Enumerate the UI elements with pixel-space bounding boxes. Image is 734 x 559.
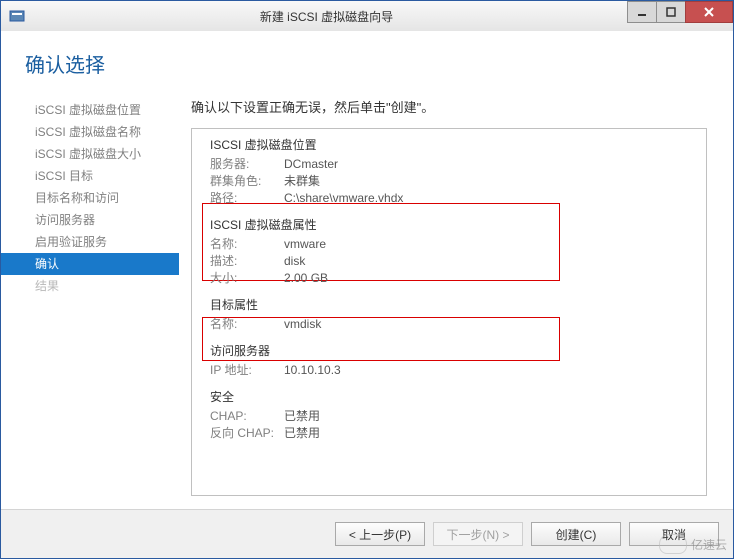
main-panel: 确认以下设置正确无误，然后单击"创建"。 ISCSI 虚拟磁盘位置 服务器: D… <box>179 97 733 510</box>
row-path: 路径: C:\share\vmware.vhdx <box>210 190 692 207</box>
row-server: 服务器: DCmaster <box>210 156 692 173</box>
next-button: 下一步(N) > <box>433 522 523 546</box>
targetname-value: vmdisk <box>284 316 321 333</box>
row-rchap: 反向 CHAP: 已禁用 <box>210 425 692 442</box>
cluster-label: 群集角色: <box>210 173 284 190</box>
propname-value: vmware <box>284 236 326 253</box>
row-target-name: 名称: vmdisk <box>210 316 692 333</box>
window-buttons <box>628 1 733 21</box>
propname-label: 名称: <box>210 236 284 253</box>
wizard-body: 确认选择 iSCSI 虚拟磁盘位置 iSCSI 虚拟磁盘名称 iSCSI 虚拟磁… <box>1 31 733 510</box>
maximize-icon <box>666 7 676 17</box>
chap-label: CHAP: <box>210 408 284 425</box>
server-value: DCmaster <box>284 156 338 173</box>
section-access-title: 访问服务器 <box>210 343 692 359</box>
app-icon <box>9 8 25 24</box>
sidebar-item-target[interactable]: iSCSI 目标 <box>1 165 179 187</box>
section-location: ISCSI 虚拟磁盘位置 服务器: DCmaster 群集角色: 未群集 路径:… <box>210 137 692 207</box>
sidebar-item-size[interactable]: iSCSI 虚拟磁盘大小 <box>1 143 179 165</box>
previous-button[interactable]: < 上一步(P) <box>335 522 425 546</box>
close-button[interactable] <box>685 1 733 23</box>
ip-label: IP 地址: <box>210 362 284 379</box>
cluster-value: 未群集 <box>284 173 320 190</box>
section-target-title: 目标属性 <box>210 297 692 313</box>
chap-value: 已禁用 <box>284 408 320 425</box>
row-size: 大小: 2.00 GB <box>210 270 692 287</box>
create-button[interactable]: 创建(C) <box>531 522 621 546</box>
wizard-window: 新建 iSCSI 虚拟磁盘向导 确认选择 iSCSI 虚拟磁盘位置 iSCSI … <box>0 0 734 559</box>
row-chap: CHAP: 已禁用 <box>210 408 692 425</box>
row-cluster: 群集角色: 未群集 <box>210 173 692 190</box>
section-props-title: ISCSI 虚拟磁盘属性 <box>210 217 692 233</box>
ip-value: 10.10.10.3 <box>284 362 341 379</box>
close-icon <box>703 6 715 18</box>
row-propname: 名称: vmware <box>210 236 692 253</box>
sidebar-steps: iSCSI 虚拟磁盘位置 iSCSI 虚拟磁盘名称 iSCSI 虚拟磁盘大小 i… <box>1 97 179 510</box>
minimize-button[interactable] <box>627 1 657 23</box>
sidebar-item-target-name[interactable]: 目标名称和访问 <box>1 187 179 209</box>
row-desc: 描述: disk <box>210 253 692 270</box>
title-bar: 新建 iSCSI 虚拟磁盘向导 <box>1 1 733 32</box>
size-value: 2.00 GB <box>284 270 328 287</box>
cancel-button[interactable]: 取消 <box>629 522 719 546</box>
desc-label: 描述: <box>210 253 284 270</box>
button-strip: < 上一步(P) 下一步(N) > 创建(C) 取消 <box>1 509 733 558</box>
wizard-columns: iSCSI 虚拟磁盘位置 iSCSI 虚拟磁盘名称 iSCSI 虚拟磁盘大小 i… <box>1 97 733 510</box>
sidebar-item-location[interactable]: iSCSI 虚拟磁盘位置 <box>1 99 179 121</box>
section-security: 安全 CHAP: 已禁用 反向 CHAP: 已禁用 <box>210 383 692 442</box>
section-location-title: ISCSI 虚拟磁盘位置 <box>210 137 692 153</box>
wizard-heading: 确认选择 <box>1 31 733 88</box>
size-label: 大小: <box>210 270 284 287</box>
window-title: 新建 iSCSI 虚拟磁盘向导 <box>25 8 628 25</box>
section-access: 访问服务器 IP 地址: 10.10.10.3 <box>210 337 692 379</box>
row-ip: IP 地址: 10.10.10.3 <box>210 362 692 379</box>
rchap-value: 已禁用 <box>284 425 320 442</box>
minimize-icon <box>637 7 647 17</box>
path-value: C:\share\vmware.vhdx <box>284 190 403 207</box>
targetname-label: 名称: <box>210 316 284 333</box>
hint-text: 确认以下设置正确无误，然后单击"创建"。 <box>191 97 707 128</box>
rchap-label: 反向 CHAP: <box>210 425 284 442</box>
sidebar-item-result: 结果 <box>1 275 179 297</box>
desc-value: disk <box>284 253 305 270</box>
section-props: ISCSI 虚拟磁盘属性 名称: vmware 描述: disk 大小: 2.0… <box>210 211 692 287</box>
server-label: 服务器: <box>210 156 284 173</box>
sidebar-item-auth[interactable]: 启用验证服务 <box>1 231 179 253</box>
details-box: ISCSI 虚拟磁盘位置 服务器: DCmaster 群集角色: 未群集 路径:… <box>191 128 707 496</box>
sidebar-item-name[interactable]: iSCSI 虚拟磁盘名称 <box>1 121 179 143</box>
section-target: 目标属性 名称: vmdisk <box>210 291 692 333</box>
path-label: 路径: <box>210 190 284 207</box>
section-security-title: 安全 <box>210 389 692 405</box>
sidebar-item-access[interactable]: 访问服务器 <box>1 209 179 231</box>
sidebar-item-confirm[interactable]: 确认 <box>1 253 179 275</box>
maximize-button[interactable] <box>656 1 686 23</box>
